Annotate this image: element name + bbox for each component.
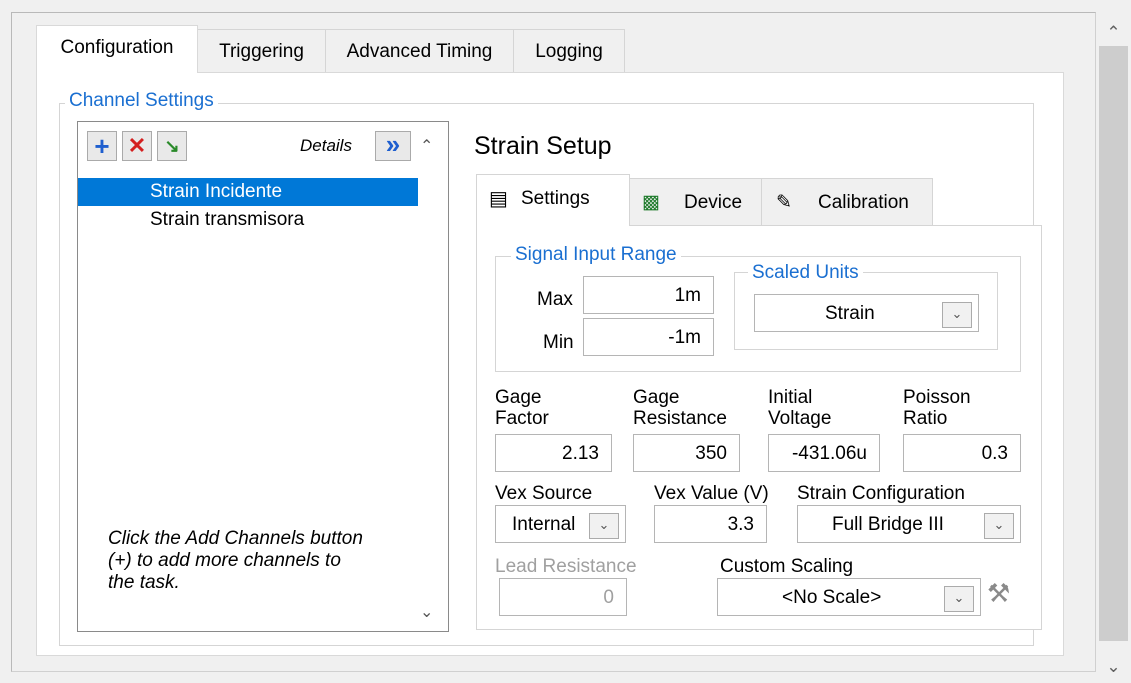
tab-logging[interactable]: Logging [513, 29, 625, 73]
settings-icon: ▤ [489, 188, 508, 210]
initial-voltage-input[interactable]: -431.06u [768, 434, 880, 472]
channel-settings-title: Channel Settings [65, 90, 218, 112]
vex-source-label: Vex Source [495, 483, 593, 504]
calibration-icon: ✎ [776, 192, 792, 213]
lead-resistance-label: Lead Resistance [495, 556, 637, 577]
tab-settings-label: Settings [521, 188, 590, 209]
channel-hint-line1: Click the Add Channels button [108, 528, 363, 549]
details-expand-button[interactable]: » [375, 131, 411, 161]
min-label: Min [543, 332, 574, 353]
list-scroll-down-icon[interactable]: ⌄ [420, 602, 433, 622]
channel-hint-line3: the task. [108, 572, 180, 593]
gage-resistance-input[interactable]: 350 [633, 434, 740, 472]
settings-panel: Signal Input Range Max 1m Min -1m Scaled… [476, 225, 1042, 630]
scroll-up-icon[interactable]: ⌃ [1096, 18, 1131, 48]
max-label: Max [537, 289, 573, 310]
max-input[interactable]: 1m [583, 276, 714, 314]
tab-settings[interactable]: ▤ Settings [476, 174, 630, 226]
chevron-down-icon[interactable]: ⌄ [984, 513, 1014, 539]
vex-value-input[interactable]: 3.3 [654, 505, 767, 543]
tab-device[interactable]: ▩ Device [629, 178, 762, 226]
strain-setup-title: Strain Setup [474, 132, 612, 160]
poisson-ratio-input[interactable]: 0.3 [903, 434, 1021, 472]
chevron-down-icon[interactable]: ⌄ [589, 513, 619, 539]
tab-device-label: Device [684, 192, 743, 213]
scaled-units-select[interactable]: Strain ⌄ [754, 294, 979, 332]
custom-scaling-select[interactable]: <No Scale> ⌄ [717, 578, 981, 616]
lead-resistance-input: 0 [499, 578, 627, 616]
channel-item[interactable]: Strain Incidente [78, 178, 418, 206]
poisson-ratio-label-line2: Ratio [903, 408, 948, 429]
channel-list[interactable]: + ✕ ↘ Details » ⌃ ⌄ Strain Incidente Str… [77, 121, 449, 632]
strain-configuration-select[interactable]: Full Bridge III ⌄ [797, 505, 1021, 543]
gage-resistance-label-line2: Resistance [633, 408, 727, 429]
strain-configuration-label: Strain Configuration [797, 483, 965, 504]
tab-calibration-label: Calibration [818, 192, 909, 213]
rename-channel-icon[interactable]: ↘ [157, 131, 187, 161]
details-label: Details [300, 136, 352, 155]
initial-voltage-label-line2: Voltage [768, 408, 832, 429]
vex-source-select[interactable]: Internal ⌄ [495, 505, 626, 543]
delete-channel-icon[interactable]: ✕ [122, 131, 152, 161]
device-icon: ▩ [642, 192, 660, 213]
strain-configuration-value: Full Bridge III [832, 514, 944, 535]
vertical-scrollbar[interactable]: ⌃ ⌄ [1096, 0, 1131, 683]
vex-value-label: Vex Value (V) [654, 483, 769, 504]
chevron-down-icon[interactable]: ⌄ [942, 302, 972, 328]
tab-advanced-timing[interactable]: Advanced Timing [325, 29, 514, 73]
scroll-thumb[interactable] [1099, 46, 1128, 641]
custom-scaling-label: Custom Scaling [720, 556, 854, 577]
signal-input-range-title: Signal Input Range [511, 244, 681, 266]
channel-hint-line2: (+) to add more channels to [108, 550, 341, 571]
wrench-icon[interactable]: ⚒ [987, 578, 1010, 609]
chevron-down-icon[interactable]: ⌄ [944, 586, 974, 612]
gage-factor-label-line2: Factor [495, 408, 549, 429]
min-input[interactable]: -1m [583, 318, 714, 356]
vex-source-value: Internal [512, 514, 576, 535]
gage-factor-input[interactable]: 2.13 [495, 434, 612, 472]
tab-calibration[interactable]: ✎ Calibration [761, 178, 933, 226]
scaled-units-title: Scaled Units [748, 262, 863, 284]
channel-item[interactable]: Strain transmisora [78, 206, 418, 234]
tab-triggering[interactable]: Triggering [197, 29, 326, 73]
add-channel-icon[interactable]: + [87, 131, 117, 161]
task-configuration-window: Configuration Triggering Advanced Timing… [0, 0, 1096, 683]
list-scroll-up-icon[interactable]: ⌃ [420, 136, 433, 156]
scaled-units-value: Strain [825, 303, 875, 324]
tab-configuration[interactable]: Configuration [36, 25, 198, 73]
custom-scaling-value: <No Scale> [782, 587, 882, 608]
scroll-down-icon[interactable]: ⌄ [1096, 652, 1131, 682]
